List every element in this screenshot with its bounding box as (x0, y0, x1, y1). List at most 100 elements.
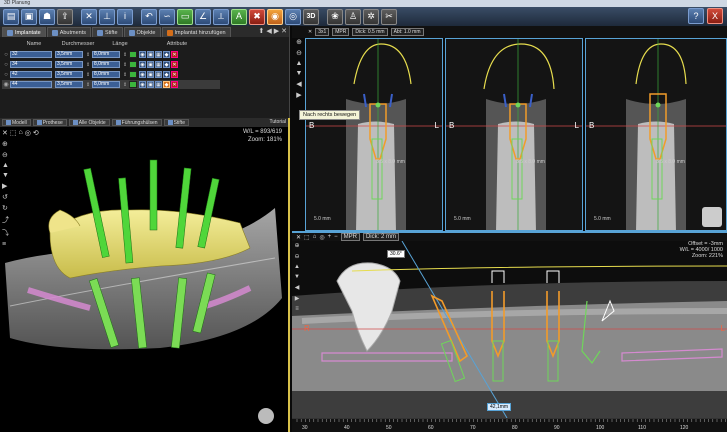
color-swatch[interactable] (129, 51, 137, 58)
arrow-right-icon[interactable]: ▶ (296, 91, 301, 99)
zoom-in-icon[interactable]: ⊕ (296, 38, 302, 46)
arrow-up-icon[interactable]: ▲ (294, 264, 300, 270)
scissors-icon[interactable]: ✂ (381, 8, 397, 25)
cross-section-3[interactable]: B 5.0 mm 3.5 x 8.0 mm (585, 38, 727, 231)
ruler-icon[interactable]: ▭ (177, 8, 193, 25)
arrow-right-icon[interactable]: ▶ (295, 295, 300, 302)
arrow-left-icon[interactable]: ◀ (295, 284, 300, 291)
color-swatch[interactable] (129, 81, 137, 88)
tab-abutments[interactable]: Abutments (46, 27, 91, 37)
zoom-out-icon[interactable]: ⊖ (296, 49, 302, 57)
3d-view-icon[interactable]: 3D (303, 8, 319, 25)
layout-3x1-button[interactable]: 3x1 (315, 28, 330, 36)
row-radio[interactable]: ◉ (2, 81, 10, 88)
implant-name-field[interactable]: 34 (10, 61, 52, 68)
add-implant-button[interactable]: Implantat hinzufügen (161, 27, 231, 37)
delete-icon[interactable]: ✖ (249, 8, 265, 25)
tab-stifte[interactable]: Stifte (91, 27, 123, 37)
tab-fuehrungshuelsen[interactable]: Führungshülsen (111, 119, 162, 126)
implant-icon[interactable]: ⊥ (99, 8, 115, 25)
tab-modell[interactable]: Modell (2, 119, 31, 126)
table-row[interactable]: ○ 42 3,5mm ⇕ 8,0mm ⇕ ◉ ▣ ▦ ◆ ✕ (2, 70, 220, 79)
save-icon[interactable]: ▣ (21, 8, 37, 25)
text-icon[interactable]: A (231, 8, 247, 25)
eye-icon[interactable]: ◉ (139, 71, 146, 78)
close-button[interactable]: X (707, 8, 723, 24)
row-radio[interactable]: ○ (2, 52, 10, 58)
arrow-right-icon[interactable]: ▶ (274, 27, 279, 35)
delete-icon[interactable]: ✕ (171, 81, 178, 88)
sleeve-icon[interactable]: ▦ (155, 51, 162, 58)
abutment-icon[interactable]: ◆ (163, 51, 170, 58)
delete-icon[interactable]: ✕ (171, 61, 178, 68)
camera-icon[interactable]: ◎ (25, 129, 31, 137)
home-icon[interactable]: ⌂ (313, 234, 317, 240)
panorama-view[interactable]: Offset = -3mm W/L = 4000/ 1000 Zoom: 221… (292, 241, 727, 432)
table-row[interactable]: ○ 34 3,5mm ⇕ 8,0mm ⇕ ◉ ▣ ▦ ◆ ✕ (2, 60, 220, 69)
arrow-left-icon[interactable]: ◀ (266, 27, 271, 35)
crop-icon[interactable]: ⬚ (304, 234, 310, 241)
implant-name-field[interactable]: 42 (10, 71, 52, 78)
length-field[interactable]: 8,0mm (92, 61, 120, 68)
length-label[interactable]: 42,1mm (487, 403, 512, 411)
color-swatch[interactable] (129, 71, 137, 78)
mpr-button[interactable]: MPR (332, 28, 350, 36)
home-icon[interactable]: ⌂ (19, 129, 23, 137)
eye-icon[interactable]: ◉ (139, 81, 146, 88)
length-field[interactable]: 8,0mm (92, 51, 120, 58)
export-icon[interactable]: ⇪ (57, 8, 73, 25)
tutorial-button[interactable]: Tutorial (270, 119, 287, 125)
thickness-field[interactable]: Dick: 2 mm (362, 233, 399, 241)
lock-icon[interactable]: ▣ (147, 61, 154, 68)
eye-icon[interactable]: ◉ (139, 51, 146, 58)
eye-icon[interactable]: ◉ (139, 61, 146, 68)
tools-icon[interactable]: ✕ (2, 129, 8, 137)
angle-icon[interactable]: ∠ (195, 8, 211, 25)
camera-icon[interactable]: ◎ (285, 8, 301, 25)
color-swatch[interactable] (129, 61, 137, 68)
arrow-up-icon[interactable]: ⬆ (258, 27, 264, 35)
diameter-field[interactable]: 3,5mm (55, 71, 83, 78)
3d-view-panel[interactable]: Modell Prothese Alle Objekte Führungshül… (0, 118, 290, 432)
thickness-field[interactable]: Dick: 0.5 mm (352, 28, 388, 36)
tooth-icon[interactable]: ♙ (345, 8, 361, 25)
spacing-field[interactable]: Abt: 1.0 mm (390, 28, 424, 36)
arrow-down-icon[interactable]: ▼ (294, 274, 300, 280)
lock-icon[interactable]: ▣ (147, 81, 154, 88)
nerve-icon[interactable]: ∽ (159, 8, 175, 25)
sleeve-icon[interactable]: ▦ (155, 61, 162, 68)
cross-section-1[interactable]: B L 5.0 mm 3.5 x 8.0 mm (305, 38, 443, 231)
arrow-up-icon[interactable]: ▲ (296, 60, 303, 67)
reset-view-icon[interactable]: ⟲ (33, 129, 39, 137)
mpr-button[interactable]: MPR (340, 233, 360, 241)
arrow-down-icon[interactable]: ▼ (296, 70, 303, 77)
layers-icon[interactable]: ≡ (295, 306, 299, 312)
length-field[interactable]: 8,0mm (92, 81, 120, 88)
cross-section-2[interactable]: B L 5.0 mm 3.5 x 8.0 mm (445, 38, 583, 231)
patient-icon[interactable]: ☗ (39, 8, 55, 25)
lock-icon[interactable]: ▣ (147, 51, 154, 58)
undo-icon[interactable]: ↶ (141, 8, 157, 25)
implant-name-field[interactable]: 44 (10, 81, 52, 88)
tools-icon[interactable]: ✕ (296, 234, 301, 241)
diameter-field[interactable]: 3,5mm (55, 61, 83, 68)
row-radio[interactable]: ○ (2, 72, 10, 78)
tools-icon[interactable]: ✕ (81, 8, 97, 25)
close-icon[interactable]: ✕ (281, 27, 287, 35)
help-button[interactable]: ? (688, 8, 704, 24)
length-field[interactable]: 8,0mm (92, 71, 120, 78)
camera-icon[interactable]: ◎ (319, 234, 324, 241)
measure-icon[interactable]: ⟂ (213, 8, 229, 25)
zoom-in-icon[interactable]: + (328, 234, 332, 240)
tab-prothese[interactable]: Prothese (32, 119, 67, 126)
diameter-field[interactable]: 3,5mm (55, 81, 83, 88)
table-row[interactable]: ○ 32 3,5mm ⇕ 8,0mm ⇕ ◉ ▣ ▦ ◆ ✕ (2, 50, 220, 59)
abutment-icon[interactable]: ◆ (163, 61, 170, 68)
tab-stifte-3d[interactable]: Stifte (163, 119, 189, 126)
table-row[interactable]: ◉ 44 3,5mm ⇕ 8,0mm ⇕ ◉ ▣ ▦ ◆ ✕ (2, 80, 220, 89)
abutment-icon[interactable]: ◆ (163, 81, 170, 88)
arrow-left-icon[interactable]: ◀ (296, 80, 301, 88)
zoom-out-icon[interactable]: − (334, 234, 338, 240)
tab-implantate[interactable]: Implantate (2, 27, 46, 37)
crop-icon[interactable]: ⬚ (10, 129, 17, 137)
